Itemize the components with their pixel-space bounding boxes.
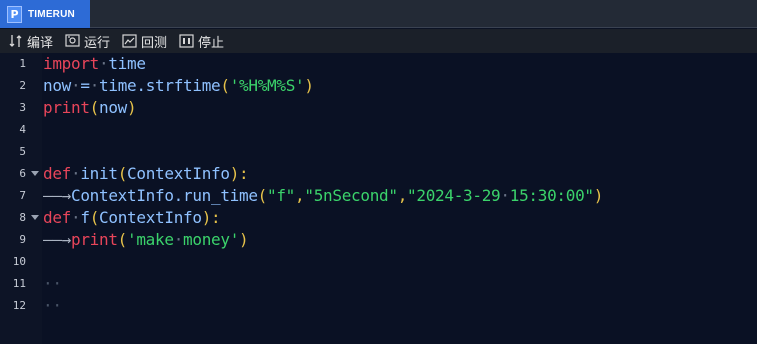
string: 'make <box>127 230 174 249</box>
line-number: 2 <box>19 79 26 92</box>
string: "2024-3-29 <box>407 186 501 205</box>
python-file-icon: P <box>7 5 22 23</box>
line-number: 9 <box>19 233 26 246</box>
paren: ( <box>117 164 128 183</box>
code-area[interactable]: import·time now·=·time.strftime('%H%M%S'… <box>43 53 757 344</box>
compile-label: 编译 <box>27 34 54 50</box>
whitespace-marker: · <box>500 186 510 205</box>
code-line-2: now·=·time.strftime('%H%M%S') <box>43 75 314 97</box>
stop-icon <box>179 34 194 49</box>
stop-label: 停止 <box>198 34 225 50</box>
whitespace-marker: · <box>89 76 100 95</box>
line-number: 7 <box>19 189 26 202</box>
parameter: ContextInfo <box>99 208 202 227</box>
function-call: ContextInfo.run_time <box>71 186 258 205</box>
whitespace-marker: · <box>173 230 184 249</box>
backtest-button[interactable]: 回测 <box>116 29 173 53</box>
code-editor[interactable]: 1 2 3 4 5 6 7 8 9 10 11 12 import·time n… <box>0 53 757 344</box>
paren: ): <box>229 164 249 183</box>
whitespace-marker: ·· <box>43 274 62 293</box>
compile-icon <box>8 34 23 49</box>
code-line-12: ·· <box>43 295 62 317</box>
run-label: 运行 <box>84 34 111 50</box>
tab-timerun[interactable]: P TIMERUN <box>0 0 90 28</box>
tab-arrow-icon: ——→ <box>43 230 71 249</box>
run-button[interactable]: 运行 <box>59 29 116 53</box>
code-line-11: ·· <box>43 273 62 295</box>
code-line-1: import·time <box>43 53 146 75</box>
comma: , <box>397 186 408 205</box>
operator: = <box>80 76 90 95</box>
keyword: def <box>43 208 71 227</box>
backtest-label: 回测 <box>141 34 168 50</box>
compile-button[interactable]: 编译 <box>0 29 59 53</box>
line-number: 1 <box>19 57 26 70</box>
stop-button[interactable]: 停止 <box>173 29 230 53</box>
tab-bar: P TIMERUN <box>0 0 757 28</box>
line-number: 4 <box>19 123 26 136</box>
paren: ): <box>201 208 221 227</box>
string: 15:30:00" <box>509 186 594 205</box>
line-number: 3 <box>19 101 26 114</box>
paren: ) <box>127 98 137 117</box>
whitespace-marker: · <box>99 54 109 73</box>
code-line-3: print(now) <box>43 97 137 119</box>
function-call: time.strftime <box>99 76 221 95</box>
whitespace-marker: · <box>71 164 81 183</box>
string: '%H%M%S' <box>229 76 305 95</box>
line-number: 8 <box>19 211 26 224</box>
string: money' <box>183 230 240 249</box>
function-name: init <box>80 164 118 183</box>
code-line-6: def·init(ContextInfo): <box>43 163 249 185</box>
fold-toggle-icon[interactable] <box>30 207 40 229</box>
parameter: ContextInfo <box>127 164 230 183</box>
paren: ( <box>89 98 100 117</box>
paren: ( <box>257 186 268 205</box>
function-name: f <box>80 208 90 227</box>
tab-label: TIMERUN <box>28 8 75 20</box>
string: "f" <box>267 186 296 205</box>
whitespace-marker: · <box>71 208 81 227</box>
keyword: print <box>43 98 90 117</box>
keyword: import <box>43 54 99 73</box>
run-icon <box>65 34 80 49</box>
keyword: def <box>43 164 71 183</box>
paren: ) <box>593 186 604 205</box>
line-number-gutter: 1 2 3 4 5 6 7 8 9 10 11 12 <box>0 53 42 344</box>
toolbar: 编译 运行 回测 停止 <box>0 29 757 53</box>
paren: ( <box>117 230 128 249</box>
module-name: time <box>108 54 146 73</box>
paren: ) <box>239 230 249 249</box>
code-line-8: def·f(ContextInfo): <box>43 207 221 229</box>
paren: ( <box>220 76 230 95</box>
paren: ) <box>304 76 314 95</box>
tab-arrow-icon: ——→ <box>43 186 71 205</box>
line-number: 12 <box>12 299 26 312</box>
comma: , <box>295 186 305 205</box>
line-number: 11 <box>12 277 26 290</box>
variable: now <box>43 76 71 95</box>
chart-icon <box>122 34 137 49</box>
keyword: print <box>71 230 118 249</box>
argument: now <box>99 98 128 117</box>
fold-toggle-icon[interactable] <box>30 163 40 185</box>
whitespace-marker: · <box>71 76 81 95</box>
line-number: 10 <box>12 255 26 268</box>
whitespace-marker: ·· <box>43 296 62 315</box>
code-line-9: ——→print('make·money') <box>43 229 249 251</box>
string: "5nSecond" <box>304 186 398 205</box>
paren: ( <box>89 208 100 227</box>
code-line-7: ——→ContextInfo.run_time("f","5nSecond","… <box>43 185 603 207</box>
line-number: 5 <box>19 145 26 158</box>
line-number: 6 <box>19 167 26 180</box>
